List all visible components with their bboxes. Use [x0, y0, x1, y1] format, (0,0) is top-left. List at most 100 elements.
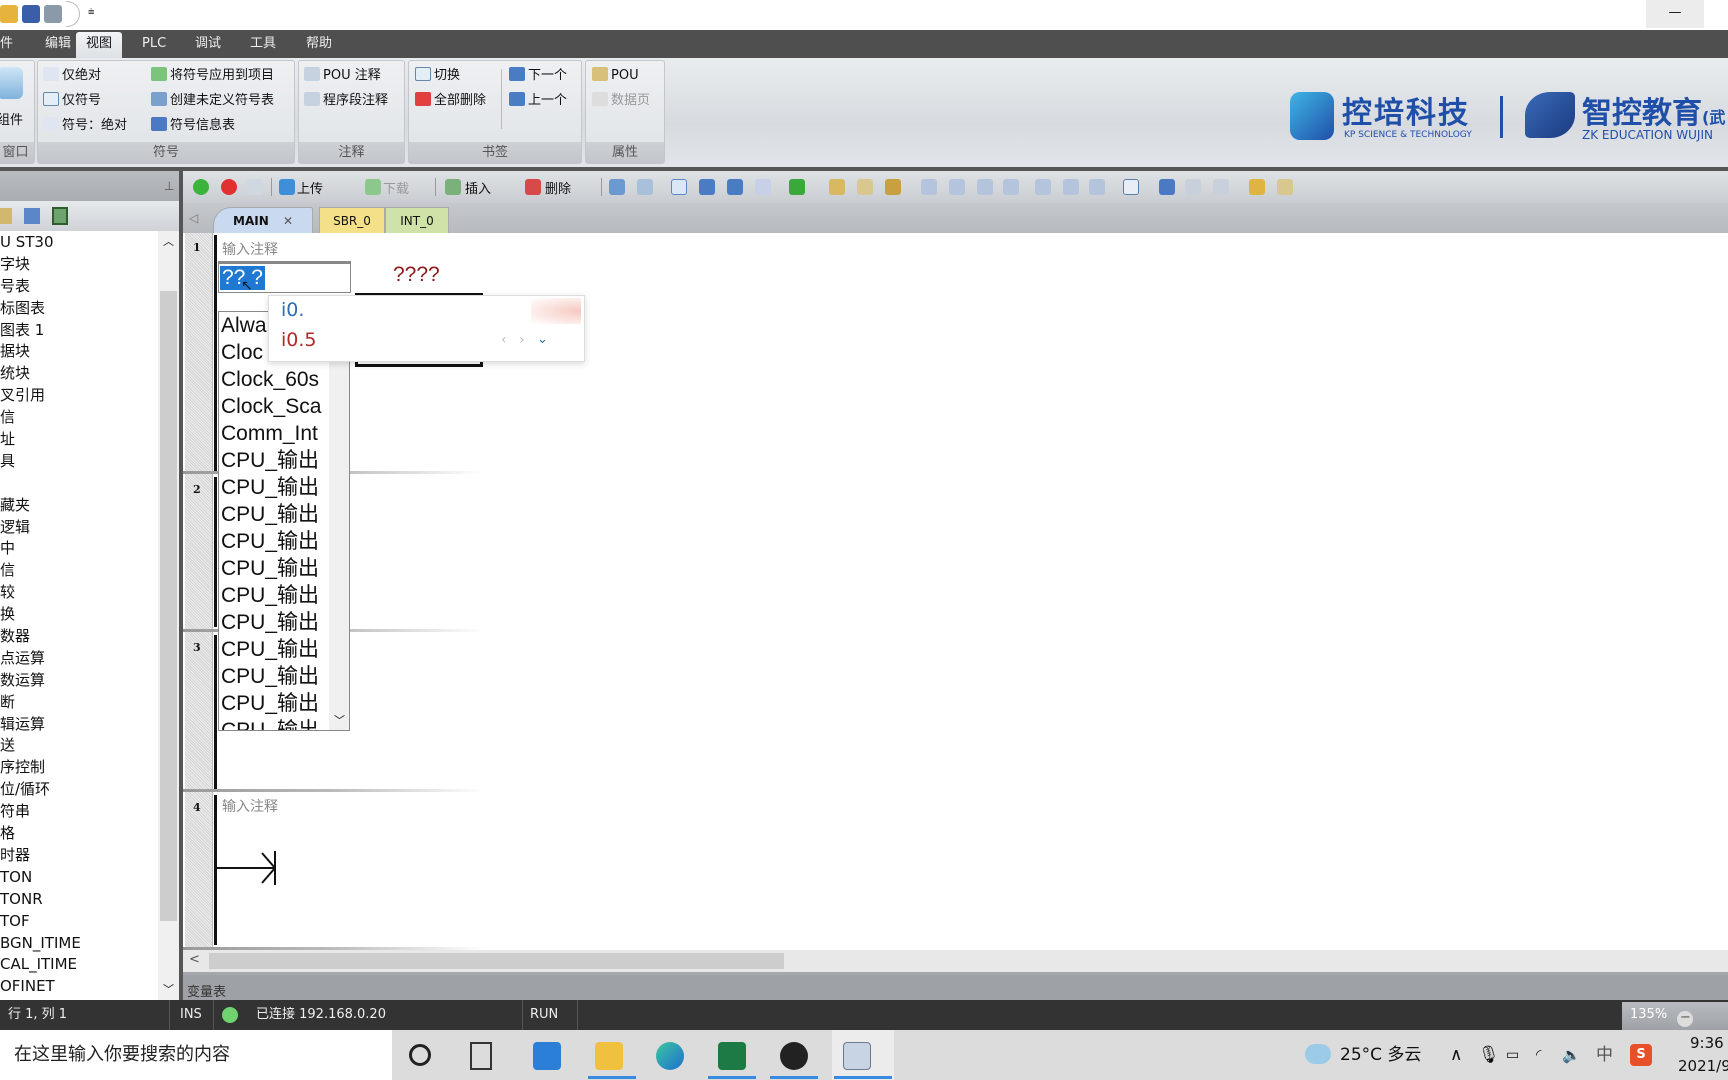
delete-icon[interactable]	[525, 179, 541, 195]
variable-table-panel[interactable]: 变量表	[183, 975, 1728, 1000]
address-input[interactable]: ?? ? ↖	[218, 261, 351, 294]
box-icon[interactable]	[1089, 179, 1105, 195]
toggle-bookmark-button[interactable]: 切换	[415, 65, 460, 87]
dropdown-scrollbar[interactable]: ﹀	[329, 312, 349, 730]
menu-edit[interactable]: 编辑	[35, 30, 81, 58]
dropdown-item[interactable]: CPU_输出	[219, 555, 327, 582]
tree-scrollbar-thumb[interactable]	[160, 291, 177, 921]
obs-icon[interactable]	[780, 1042, 808, 1070]
tree-item[interactable]: U ST30	[0, 231, 158, 253]
scroll-down-icon[interactable]: ﹀	[163, 981, 174, 997]
rung-comment[interactable]: 输入注释	[222, 239, 278, 259]
tree-item[interactable]: TONR	[0, 888, 158, 910]
clock-time[interactable]: 9:36	[1690, 1034, 1724, 1052]
line-up-icon[interactable]	[977, 179, 993, 195]
taskbar-search[interactable]: 在这里输入你要搜索的内容	[0, 1030, 392, 1080]
network-icon[interactable]	[52, 207, 68, 225]
clock-date[interactable]: 2021/9	[1678, 1057, 1728, 1075]
tree-item[interactable]: 叉引用	[0, 384, 158, 406]
tree-item[interactable]: 信	[0, 406, 158, 428]
network-up-icon[interactable]	[609, 179, 625, 195]
wifi-icon[interactable]: ◜	[1536, 1030, 1541, 1080]
pou-comment-icon[interactable]	[1185, 179, 1201, 195]
task-view-icon[interactable]	[470, 1042, 492, 1070]
compile-icon[interactable]	[247, 179, 263, 195]
create-undefined-symbols-button[interactable]: 创建未定义符号表	[151, 90, 274, 112]
tree-item[interactable]: 送	[0, 734, 158, 756]
tree-item[interactable]: BGN_ITIME	[0, 932, 158, 954]
tree-item[interactable]: TOF	[0, 910, 158, 932]
prev-bookmark-icon[interactable]	[699, 179, 715, 195]
tree-item[interactable]: 字块	[0, 253, 158, 275]
ime-indicator[interactable]: 中	[1596, 1030, 1613, 1080]
branch-icon[interactable]	[921, 179, 937, 195]
network-down-icon[interactable]	[637, 179, 653, 195]
list-icon[interactable]	[24, 208, 40, 224]
component-button[interactable]: 组件	[0, 109, 23, 128]
horizontal-scrollbar-thumb[interactable]	[209, 953, 784, 969]
tree-item[interactable]: 藏夹	[0, 494, 158, 516]
tree-item[interactable]: CAL_ITIME	[0, 953, 158, 975]
scroll-left-icon[interactable]: <	[189, 952, 200, 967]
dropdown-item[interactable]: Clock_Sca	[219, 393, 327, 420]
sogou-icon[interactable]: S	[1630, 1044, 1652, 1066]
menu-plc[interactable]: PLC	[132, 30, 176, 58]
delete-button[interactable]: 删除	[545, 178, 571, 197]
symbol-addressing-icon[interactable]	[1123, 179, 1139, 195]
tree-item[interactable]: 格	[0, 822, 158, 844]
pin-icon[interactable]: ⊥	[164, 179, 174, 193]
tree-item[interactable]: 中	[0, 537, 158, 559]
bookmark-toggle-icon[interactable]	[671, 179, 687, 195]
tab-main[interactable]: MAIN ✕	[213, 207, 313, 233]
ime-candidate[interactable]: i0.5	[281, 329, 317, 351]
battery-icon[interactable]: ▭	[1506, 1030, 1519, 1080]
prev-page-icon[interactable]: ‹	[501, 332, 507, 348]
tab-int0[interactable]: INT_0	[385, 207, 449, 233]
network-comment-icon[interactable]	[1213, 179, 1229, 195]
menu-view[interactable]: 视图	[76, 32, 123, 58]
run-icon[interactable]	[193, 179, 209, 195]
prev-bookmark-button[interactable]: 上一个	[509, 90, 567, 112]
clear-bookmarks-icon[interactable]	[755, 179, 771, 195]
data-page-icon[interactable]	[1277, 179, 1293, 195]
save-icon[interactable]	[22, 5, 40, 23]
data-page-button[interactable]: 数据页	[592, 90, 650, 112]
dropdown-item[interactable]: CPU_输出	[219, 528, 327, 555]
customize-qab-button[interactable]: ⩧	[88, 5, 94, 19]
next-page-icon[interactable]: ›	[519, 332, 525, 348]
cortana-icon[interactable]	[409, 1044, 431, 1066]
step7-microwin-icon[interactable]	[843, 1042, 871, 1070]
absolute-only-button[interactable]: 仅绝对	[43, 65, 101, 87]
tree-item[interactable]: 信	[0, 559, 158, 581]
tree-item[interactable]	[0, 472, 158, 494]
delete-all-bookmarks-button[interactable]: 全部删除	[415, 90, 486, 112]
scroll-down-icon[interactable]: ﹀	[334, 712, 345, 728]
dropdown-item[interactable]: CPU_输出	[219, 609, 327, 636]
edge-icon[interactable]	[656, 1042, 684, 1070]
tree-item[interactable]: 点运算	[0, 647, 158, 669]
apply-symbols-button[interactable]: 将符号应用到项目	[151, 65, 274, 87]
tree-item[interactable]: 数运算	[0, 669, 158, 691]
tree-item[interactable]: TON	[0, 866, 158, 888]
open-icon[interactable]	[0, 5, 18, 23]
dropdown-item[interactable]: Comm_Int	[219, 420, 327, 447]
pou-property-button[interactable]: POU	[592, 65, 639, 87]
unlock-icon[interactable]	[857, 179, 873, 195]
show-hidden-icons[interactable]: ∧	[1450, 1030, 1462, 1080]
tree-item[interactable]: 号表	[0, 275, 158, 297]
network-comment-button[interactable]: 程序段注释	[304, 90, 388, 112]
contact-icon[interactable]	[1035, 179, 1051, 195]
rung-comment[interactable]: 输入注释	[222, 796, 278, 816]
dropdown-item[interactable]: CPU_输出	[219, 636, 327, 663]
next-bookmark-icon[interactable]	[727, 179, 743, 195]
dropdown-item[interactable]: CPU_输出	[219, 447, 327, 474]
unlock-all-icon[interactable]	[885, 179, 901, 195]
symbol-only-button[interactable]: 仅符号	[43, 90, 101, 112]
tree-item[interactable]: 逻辑	[0, 516, 158, 538]
dropdown-item[interactable]: CPU_输出	[219, 717, 327, 730]
tree-item[interactable]: 较	[0, 581, 158, 603]
symbol-dropdown-list[interactable]: Alwa Cloc Clock_60s Clock_Sca Comm_Int CPU_输出…	[218, 311, 350, 731]
lock-icon[interactable]	[829, 179, 845, 195]
minimize-button[interactable]: —	[1646, 0, 1704, 28]
dropdown-item[interactable]: CPU_输出	[219, 690, 327, 717]
